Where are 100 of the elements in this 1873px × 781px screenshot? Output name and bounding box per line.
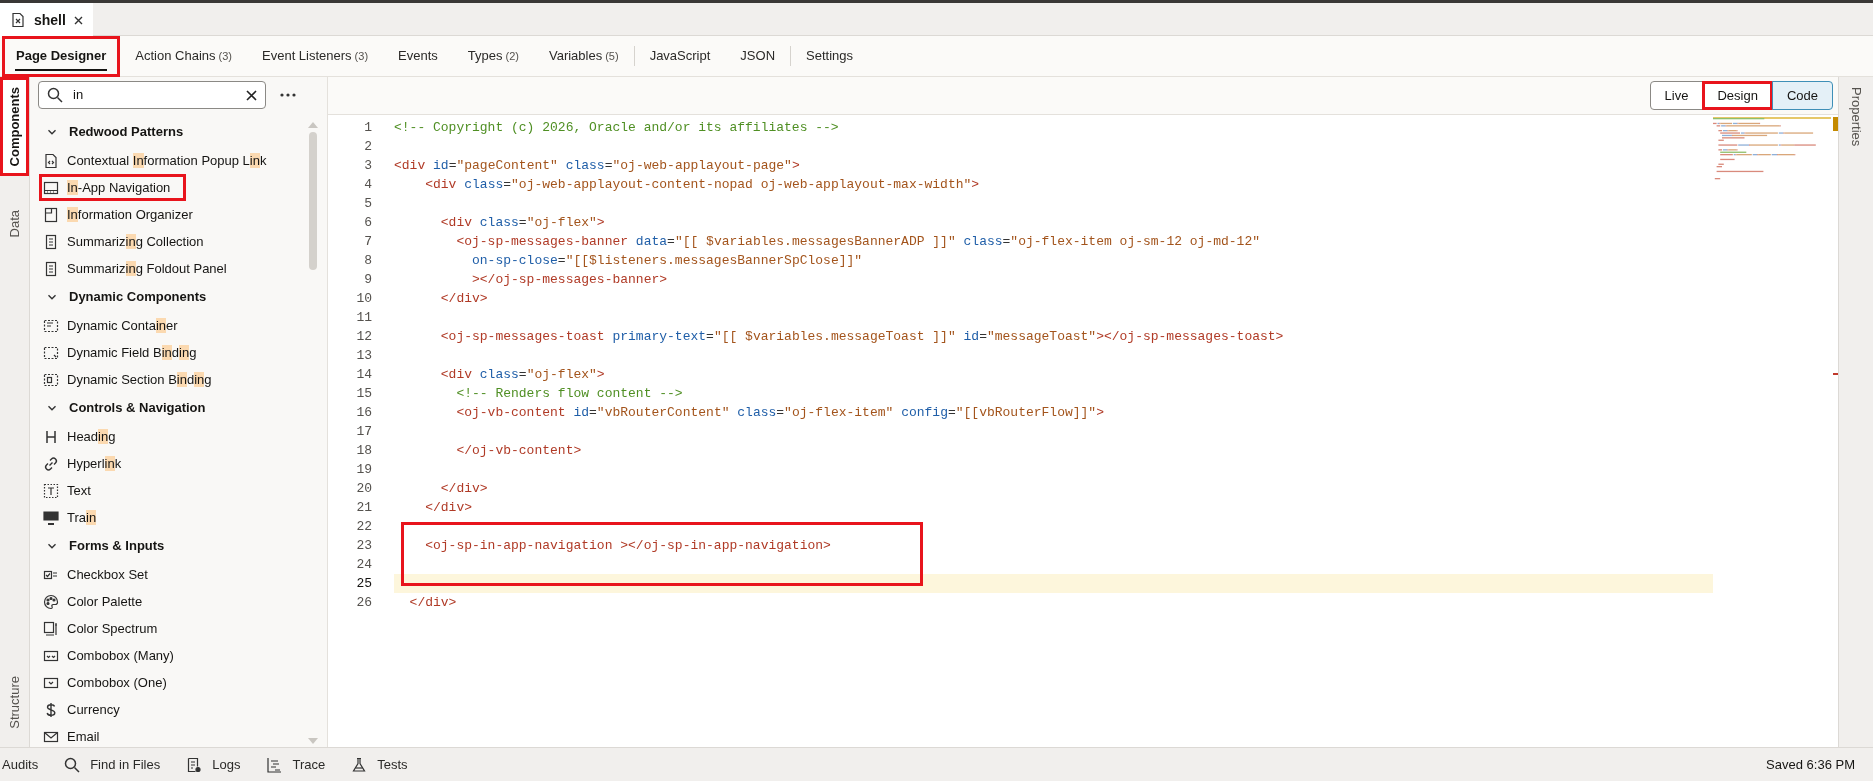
list-icon xyxy=(43,233,59,250)
component-item[interactable]: Color Spectrum xyxy=(39,615,174,642)
code-line: <oj-sp-messages-banner data="[[ $variables.messagesBannerADP ]]" class="oj-flex-item oj-sm-12 oj-md-12" xyxy=(455,232,1260,251)
component-item[interactable]: Information Organizer xyxy=(39,201,209,228)
component-item[interactable]: Checkbox Set xyxy=(39,561,164,588)
line-number: 4 xyxy=(363,175,372,194)
line-number: 12 xyxy=(355,327,372,346)
line-number: 17 xyxy=(355,422,372,441)
document-tab[interactable]: shell xyxy=(0,3,93,37)
status-item[interactable]: Tests xyxy=(351,754,408,775)
text-icon xyxy=(43,482,59,499)
code-line: <div class="oj-flex"> xyxy=(439,365,605,384)
error-marker xyxy=(1833,373,1838,375)
section-header[interactable]: Forms & Inputs xyxy=(39,531,307,561)
line-number: 25 xyxy=(355,574,372,593)
scroll-up-icon[interactable] xyxy=(308,121,318,128)
code-line: <!-- Renders flow content --> xyxy=(455,384,683,403)
code-line: <div id="pageContent" class="oj-web-applayout-page"> xyxy=(394,156,800,175)
section-header[interactable]: Dynamic Components xyxy=(39,282,307,312)
code-line: </div> xyxy=(439,479,488,498)
status-item[interactable]: Audits xyxy=(2,754,39,775)
component-item[interactable]: In-App Navigation xyxy=(39,174,187,201)
line-number: 24 xyxy=(355,555,372,574)
list-icon xyxy=(43,260,59,277)
line-number: 13 xyxy=(355,346,372,365)
component-item[interactable]: Color Palette xyxy=(39,588,159,615)
line-number: 8 xyxy=(363,251,372,270)
component-item[interactable]: Combobox (One) xyxy=(39,669,183,696)
panel-icon xyxy=(43,179,59,196)
line-number: 26 xyxy=(355,593,372,612)
line-number: 15 xyxy=(355,384,372,403)
line-number: 7 xyxy=(363,232,372,251)
save-status: Saved 6:36 PM xyxy=(1766,755,1855,774)
code-line: </div> xyxy=(408,593,457,612)
more-icon[interactable] xyxy=(280,93,296,97)
side-tab[interactable]: Properties xyxy=(1839,77,1873,157)
organizer-icon xyxy=(43,206,59,223)
status-item[interactable]: Logs xyxy=(186,754,241,775)
component-item[interactable]: Summarizing Collection xyxy=(39,228,220,255)
code-line: <!-- Copyright (c) 2026, Oracle and/or its affiliates --> xyxy=(394,118,839,137)
tab[interactable]: Page Designer xyxy=(5,38,118,74)
tab[interactable]: JavaScript xyxy=(635,35,725,77)
tab[interactable]: Types (2) xyxy=(453,35,533,77)
dashed-box-icon xyxy=(43,371,59,388)
section-header[interactable]: Redwood Patterns xyxy=(39,117,307,147)
file-icon xyxy=(10,12,26,28)
tab[interactable]: Event Listeners (3) xyxy=(248,35,383,77)
clear-icon[interactable] xyxy=(246,89,257,101)
tab[interactable]: Events xyxy=(384,35,452,77)
code-line: </div> xyxy=(439,289,488,308)
code-line: <div class="oj-web-applayout-content-nopad oj-web-applayout-max-width"> xyxy=(424,175,980,194)
component-item[interactable]: Text xyxy=(39,477,107,504)
component-item[interactable]: Heading xyxy=(39,423,132,450)
side-tab[interactable]: Data xyxy=(0,200,29,248)
component-item[interactable]: Dynamic Field Binding xyxy=(39,339,213,366)
code-line: </oj-vb-content> xyxy=(455,441,582,460)
code-line: <oj-sp-messages-toast primary-text="[[ $variables.messageToast ]]" id="messageToast"></oj-sp-messages-toast> xyxy=(439,327,1284,346)
close-icon[interactable] xyxy=(73,15,83,25)
line-number: 14 xyxy=(355,365,372,384)
code-line: ></oj-sp-messages-banner> xyxy=(471,270,668,289)
line-number: 18 xyxy=(355,441,372,460)
status-item[interactable]: Trace xyxy=(266,754,326,775)
tab[interactable]: Variables (5) xyxy=(534,35,633,77)
component-item[interactable]: Summarizing Foldout Panel xyxy=(39,255,243,282)
component-item[interactable]: Dynamic Container xyxy=(39,312,194,339)
flask-icon xyxy=(351,756,368,773)
scroll-down-icon[interactable] xyxy=(308,738,318,745)
line-number: 23 xyxy=(355,536,372,555)
search-icon xyxy=(47,87,63,103)
line-number: 5 xyxy=(363,194,372,213)
component-item[interactable]: Dynamic Section Binding xyxy=(39,366,228,393)
component-item[interactable]: Train xyxy=(39,504,113,531)
scrollbar-thumb[interactable] xyxy=(309,132,317,270)
tab[interactable]: Action Chains (3) xyxy=(121,35,246,77)
palette-icon xyxy=(43,593,59,610)
code-line: <oj-sp-in-app-navigation ></oj-sp-in-app-navigation> xyxy=(424,536,831,555)
component-item[interactable]: Combobox (Many) xyxy=(39,642,190,669)
code-line: </div> xyxy=(424,498,472,517)
line-number: 11 xyxy=(355,308,372,327)
view-button[interactable]: Code xyxy=(1771,81,1833,110)
component-item[interactable]: Currency xyxy=(39,696,136,723)
line-number: 20 xyxy=(355,479,372,498)
document-code-icon xyxy=(43,152,59,169)
code-line: on-sp-close="[[$listeners.messagesBannerSpClose]]" xyxy=(471,251,863,270)
tab[interactable]: Settings xyxy=(792,35,867,77)
view-button[interactable]: Live xyxy=(1649,81,1704,110)
line-number: 9 xyxy=(363,270,372,289)
status-item[interactable]: Find in Files xyxy=(64,754,161,775)
search-field[interactable]: in xyxy=(38,81,266,109)
tab[interactable]: JSON xyxy=(726,35,789,77)
trace-icon xyxy=(266,756,283,773)
line-number: 16 xyxy=(355,403,372,422)
side-tab[interactable]: Structure xyxy=(0,666,29,739)
line-number: 19 xyxy=(355,460,372,479)
line-number: 2 xyxy=(363,137,372,156)
line-number: 6 xyxy=(363,213,372,232)
component-item[interactable]: Hyperlink xyxy=(39,450,138,477)
section-header[interactable]: Controls & Navigation xyxy=(39,393,307,423)
component-item[interactable]: Email xyxy=(39,723,116,747)
component-item[interactable]: Contextual Information Popup Link xyxy=(39,147,283,174)
